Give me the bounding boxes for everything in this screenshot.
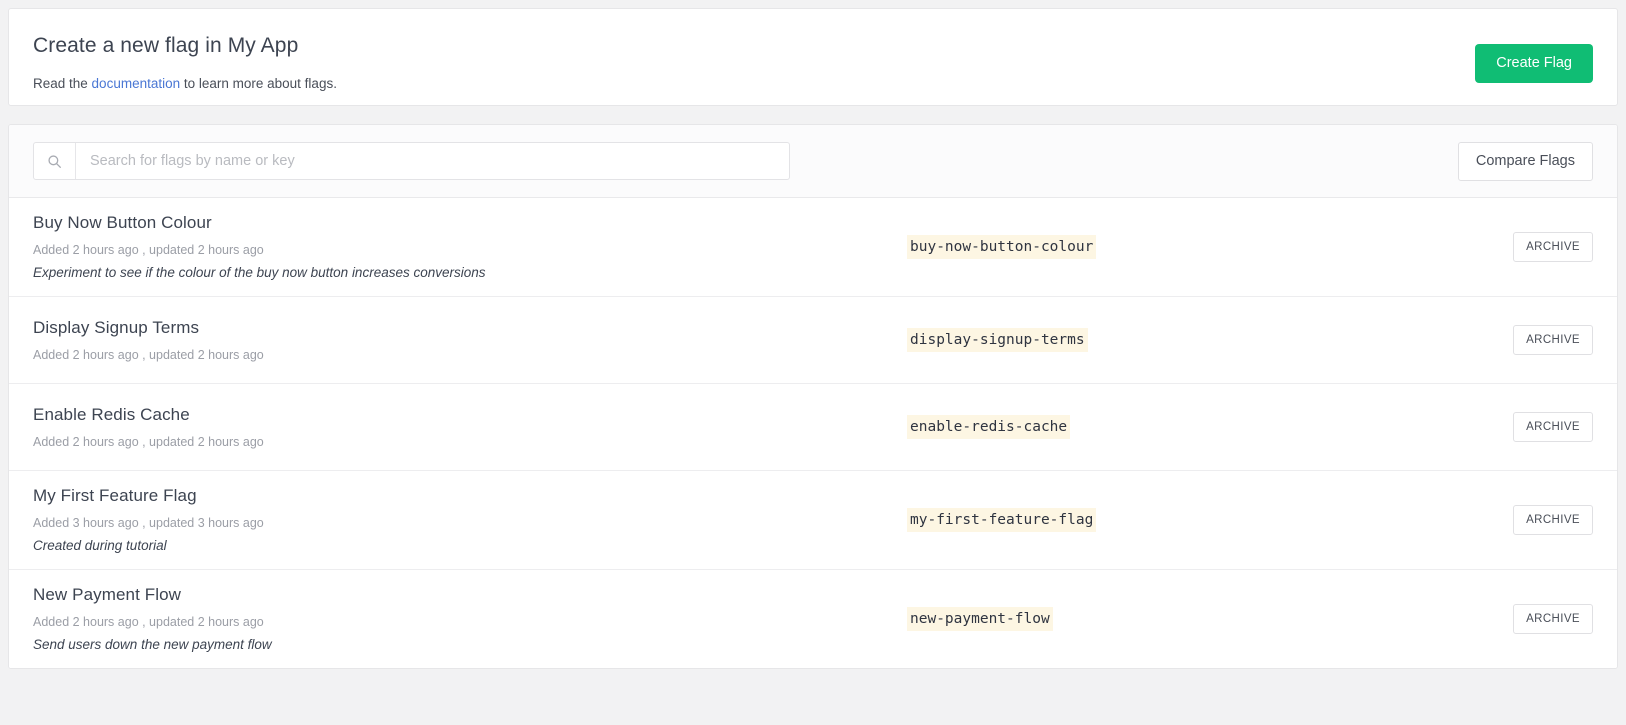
flag-name: Display Signup Terms: [33, 317, 200, 337]
subtitle-text-before: Read the: [33, 76, 92, 91]
flag-key-badge: display-signup-terms: [907, 328, 1088, 352]
flag-key-cell: my-first-feature-flag: [907, 508, 1443, 532]
flags-toolbar: Compare Flags: [9, 125, 1617, 198]
flag-info: My First Feature Flag Added 3 hours ago …: [33, 471, 907, 569]
subtitle-text-after: to learn more about flags.: [180, 76, 337, 91]
flag-info: Display Signup Terms Added 2 hours ago ,…: [33, 303, 907, 378]
search-icon: [34, 143, 76, 179]
search-input[interactable]: [76, 143, 789, 179]
table-row[interactable]: Buy Now Button Colour Added 2 hours ago …: [9, 198, 1617, 297]
flag-key-cell: display-signup-terms: [907, 328, 1443, 352]
flag-key-badge: enable-redis-cache: [907, 415, 1071, 439]
flag-key-badge: my-first-feature-flag: [907, 508, 1097, 532]
flag-name: New Payment Flow: [33, 585, 182, 604]
flags-list: Buy Now Button Colour Added 2 hours ago …: [9, 198, 1617, 668]
flag-key-cell: buy-now-button-colour: [907, 235, 1443, 259]
flag-action-cell: ARCHIVE: [1443, 232, 1593, 262]
flag-description: Created during tutorial: [33, 538, 167, 553]
flag-timestamps: Added 2 hours ago , updated 2 hours ago: [33, 434, 264, 449]
page-root: Create a new flag in My App Read the doc…: [0, 0, 1626, 725]
table-row[interactable]: Enable Redis Cache Added 2 hours ago , u…: [9, 384, 1617, 471]
create-flag-header-card: Create a new flag in My App Read the doc…: [8, 8, 1618, 106]
flag-info: Buy Now Button Colour Added 2 hours ago …: [33, 198, 907, 296]
flag-name: Enable Redis Cache: [33, 404, 190, 424]
archive-button[interactable]: ARCHIVE: [1513, 232, 1593, 262]
header-text-block: Create a new flag in My App Read the doc…: [33, 29, 337, 93]
flag-timestamps: Added 2 hours ago , updated 2 hours ago: [33, 615, 264, 629]
flag-key-cell: enable-redis-cache: [907, 415, 1443, 439]
page-subtitle: Read the documentation to learn more abo…: [33, 75, 337, 93]
flag-timestamps: Added 2 hours ago , updated 2 hours ago: [33, 243, 264, 257]
flag-action-cell: ARCHIVE: [1443, 604, 1593, 634]
flag-key-badge: buy-now-button-colour: [907, 235, 1097, 259]
flag-name: My First Feature Flag: [33, 486, 197, 505]
flag-action-cell: ARCHIVE: [1443, 505, 1593, 535]
flag-info: New Payment Flow Added 2 hours ago , upd…: [33, 570, 907, 668]
archive-button[interactable]: ARCHIVE: [1513, 505, 1593, 535]
archive-button[interactable]: ARCHIVE: [1513, 604, 1593, 634]
flag-key-badge: new-payment-flow: [907, 607, 1053, 631]
compare-flags-button[interactable]: Compare Flags: [1457, 141, 1593, 181]
flag-description: Experiment to see if the colour of the b…: [33, 265, 486, 280]
flag-name: Buy Now Button Colour: [33, 213, 212, 232]
page-title: Create a new flag in My App: [33, 34, 299, 57]
flag-timestamps: Added 2 hours ago , updated 2 hours ago: [33, 347, 264, 362]
flag-action-cell: ARCHIVE: [1443, 325, 1593, 355]
table-row[interactable]: New Payment Flow Added 2 hours ago , upd…: [9, 570, 1617, 668]
search-box[interactable]: [33, 142, 790, 180]
table-row[interactable]: Display Signup Terms Added 2 hours ago ,…: [9, 297, 1617, 384]
documentation-link[interactable]: documentation: [92, 76, 181, 91]
flag-timestamps: Added 3 hours ago , updated 3 hours ago: [33, 516, 264, 530]
table-row[interactable]: My First Feature Flag Added 3 hours ago …: [9, 471, 1617, 570]
archive-button[interactable]: ARCHIVE: [1513, 412, 1593, 442]
flag-description: Send users down the new payment flow: [33, 637, 272, 652]
flag-key-cell: new-payment-flow: [907, 607, 1443, 631]
flag-action-cell: ARCHIVE: [1443, 412, 1593, 442]
flag-info: Enable Redis Cache Added 2 hours ago , u…: [33, 390, 907, 465]
archive-button[interactable]: ARCHIVE: [1513, 325, 1593, 355]
flags-list-card: Compare Flags Buy Now Button Colour Adde…: [8, 124, 1618, 669]
create-flag-button[interactable]: Create Flag: [1475, 44, 1593, 83]
